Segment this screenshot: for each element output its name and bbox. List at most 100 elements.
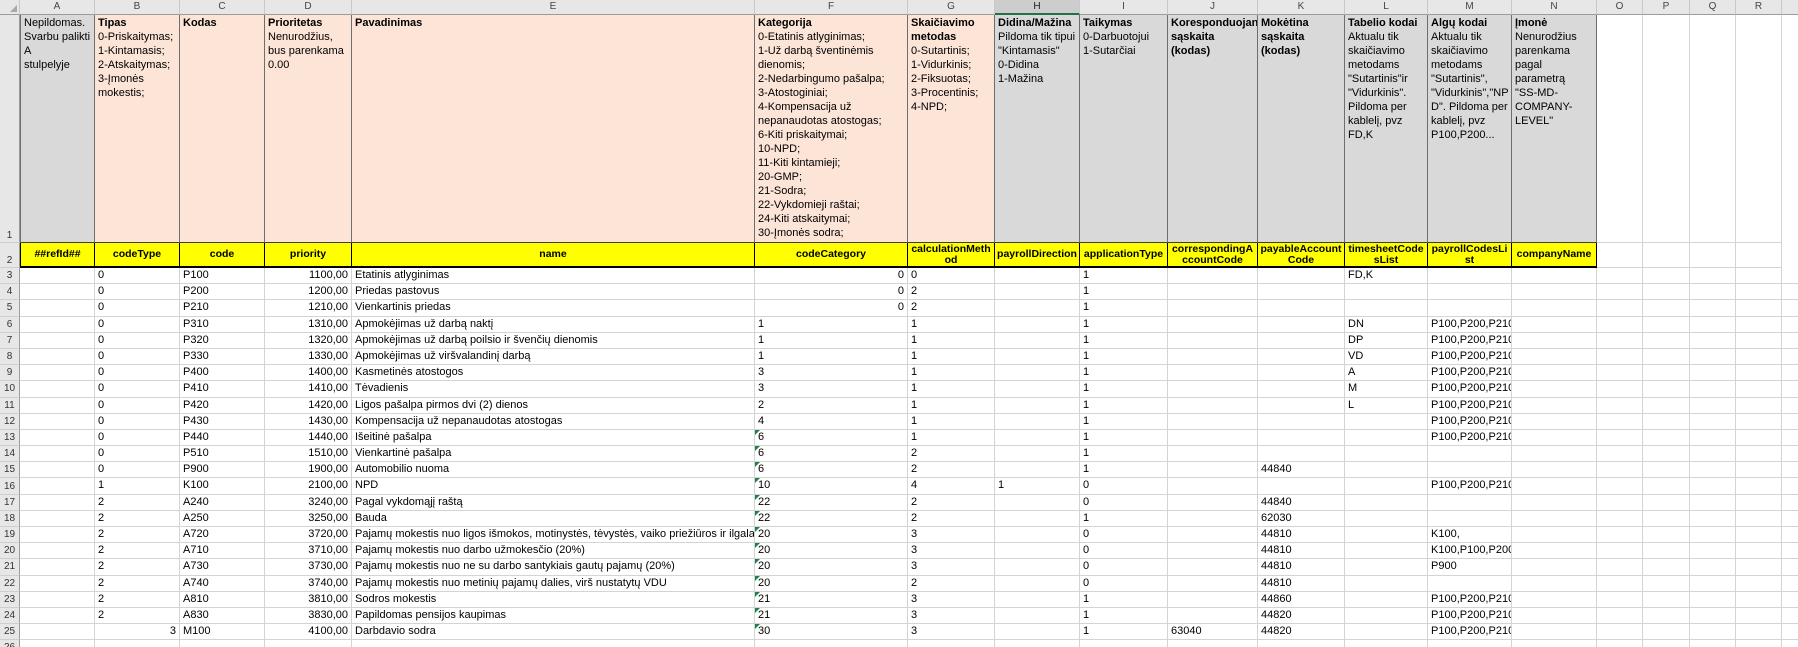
cell-D17[interactable]: 3240,00 bbox=[265, 495, 352, 511]
cell-M20[interactable]: K100,P100,P200,P210,P310,P320,P330,P400,… bbox=[1428, 543, 1512, 559]
cell-K17[interactable]: 44840 bbox=[1258, 495, 1345, 511]
cell-L3[interactable]: FD,K bbox=[1345, 268, 1428, 284]
cell-N23[interactable] bbox=[1512, 592, 1597, 608]
cell-E23[interactable]: Sodros mokestis bbox=[352, 592, 755, 608]
row-header-8[interactable]: 8 bbox=[0, 349, 20, 365]
cell-B12[interactable]: 0 bbox=[95, 414, 180, 430]
cell-M8[interactable]: P100,P200,P210 bbox=[1428, 349, 1512, 365]
cell-F9[interactable]: 3 bbox=[755, 365, 908, 381]
cell-A15[interactable] bbox=[20, 462, 95, 478]
cell-O19[interactable] bbox=[1597, 527, 1643, 543]
row-header-2[interactable]: 2 bbox=[0, 243, 20, 268]
row-header-1[interactable]: 1 bbox=[0, 15, 20, 243]
cell-K24[interactable]: 44820 bbox=[1258, 608, 1345, 624]
cell-L13[interactable] bbox=[1345, 430, 1428, 446]
column-header-O[interactable]: O bbox=[1597, 0, 1643, 15]
cell-I18[interactable]: 1 bbox=[1080, 511, 1168, 527]
cell-G25[interactable]: 3 bbox=[908, 624, 995, 640]
cell-F5[interactable]: 0 bbox=[755, 300, 908, 316]
cell-O10[interactable] bbox=[1597, 381, 1643, 397]
cell-G4[interactable]: 2 bbox=[908, 284, 995, 300]
cell-R5[interactable] bbox=[1736, 300, 1782, 316]
row-header-16[interactable]: 16 bbox=[0, 478, 20, 494]
cell-N5[interactable] bbox=[1512, 300, 1597, 316]
cell-P26[interactable] bbox=[1643, 640, 1690, 647]
cell-N8[interactable] bbox=[1512, 349, 1597, 365]
cell-N9[interactable] bbox=[1512, 365, 1597, 381]
cell-I15[interactable]: 1 bbox=[1080, 462, 1168, 478]
cell-G24[interactable]: 3 bbox=[908, 608, 995, 624]
column-header-P[interactable]: P bbox=[1643, 0, 1690, 15]
cell-O2[interactable] bbox=[1597, 243, 1643, 268]
cell-M5[interactable] bbox=[1428, 300, 1512, 316]
cell-M14[interactable] bbox=[1428, 446, 1512, 462]
cell-K25[interactable]: 44820 bbox=[1258, 624, 1345, 640]
cell-D15[interactable]: 1900,00 bbox=[265, 462, 352, 478]
cell-L16[interactable] bbox=[1345, 478, 1428, 494]
cell-H6[interactable] bbox=[995, 317, 1080, 333]
cell-E11[interactable]: Ligos pašalpa pirmos dvi (2) dienos bbox=[352, 398, 755, 414]
cell-I16[interactable]: 0 bbox=[1080, 478, 1168, 494]
cell-K18[interactable]: 62030 bbox=[1258, 511, 1345, 527]
cell-C8[interactable]: P330 bbox=[180, 349, 265, 365]
cell-I9[interactable]: 1 bbox=[1080, 365, 1168, 381]
cell-K1[interactable]: Mokėtina sąskaita (kodas) bbox=[1258, 15, 1345, 243]
cell-R19[interactable] bbox=[1736, 527, 1782, 543]
cell-R24[interactable] bbox=[1736, 608, 1782, 624]
cell-F4[interactable]: 0 bbox=[755, 284, 908, 300]
cell-A13[interactable] bbox=[20, 430, 95, 446]
cell-Q19[interactable] bbox=[1690, 527, 1736, 543]
cell-P19[interactable] bbox=[1643, 527, 1690, 543]
cell-J16[interactable] bbox=[1168, 478, 1258, 494]
cell-N25[interactable] bbox=[1512, 624, 1597, 640]
cell-I3[interactable]: 1 bbox=[1080, 268, 1168, 284]
cell-J12[interactable] bbox=[1168, 414, 1258, 430]
cell-J26[interactable] bbox=[1168, 640, 1258, 647]
cell-O18[interactable] bbox=[1597, 511, 1643, 527]
cell-L22[interactable] bbox=[1345, 576, 1428, 592]
cell-G6[interactable]: 1 bbox=[908, 317, 995, 333]
cell-O6[interactable] bbox=[1597, 317, 1643, 333]
cell-L6[interactable]: DN bbox=[1345, 317, 1428, 333]
cell-H22[interactable] bbox=[995, 576, 1080, 592]
cell-M3[interactable] bbox=[1428, 268, 1512, 284]
cell-N22[interactable] bbox=[1512, 576, 1597, 592]
cell-N1[interactable]: ĮmonėNenurodžius parenkama pagal paramet… bbox=[1512, 15, 1597, 243]
column-header-C[interactable]: C bbox=[180, 0, 265, 15]
cell-H7[interactable] bbox=[995, 333, 1080, 349]
cell-E2[interactable]: name bbox=[352, 243, 755, 268]
cell-J2[interactable]: correspondingAccountCode bbox=[1168, 243, 1258, 268]
cell-R25[interactable] bbox=[1736, 624, 1782, 640]
cell-D7[interactable]: 1320,00 bbox=[265, 333, 352, 349]
column-header-K[interactable]: K bbox=[1258, 0, 1345, 15]
cell-E12[interactable]: Kompensacija už nepanaudotas atostogas bbox=[352, 414, 755, 430]
cell-K7[interactable] bbox=[1258, 333, 1345, 349]
cell-F2[interactable]: codeCategory bbox=[755, 243, 908, 268]
cell-L7[interactable]: DP bbox=[1345, 333, 1428, 349]
select-all-button[interactable] bbox=[0, 0, 20, 15]
cell-Q2[interactable] bbox=[1690, 243, 1736, 268]
cell-B21[interactable]: 2 bbox=[95, 559, 180, 575]
cell-C21[interactable]: A730 bbox=[180, 559, 265, 575]
cell-K3[interactable] bbox=[1258, 268, 1345, 284]
cell-R10[interactable] bbox=[1736, 381, 1782, 397]
cell-O20[interactable] bbox=[1597, 543, 1643, 559]
cell-B25[interactable]: 3 bbox=[95, 624, 180, 640]
cell-N10[interactable] bbox=[1512, 381, 1597, 397]
cell-P11[interactable] bbox=[1643, 398, 1690, 414]
cell-G14[interactable]: 2 bbox=[908, 446, 995, 462]
cell-H21[interactable] bbox=[995, 559, 1080, 575]
cell-A10[interactable] bbox=[20, 381, 95, 397]
cell-J11[interactable] bbox=[1168, 398, 1258, 414]
cell-O26[interactable] bbox=[1597, 640, 1643, 647]
cell-R21[interactable] bbox=[1736, 559, 1782, 575]
cell-E26[interactable] bbox=[352, 640, 755, 647]
cell-H8[interactable] bbox=[995, 349, 1080, 365]
cell-Q15[interactable] bbox=[1690, 462, 1736, 478]
cell-K2[interactable]: payableAccountCode bbox=[1258, 243, 1345, 268]
row-header-22[interactable]: 22 bbox=[0, 576, 20, 592]
cell-J20[interactable] bbox=[1168, 543, 1258, 559]
cell-G11[interactable]: 1 bbox=[908, 398, 995, 414]
row-header-21[interactable]: 21 bbox=[0, 559, 20, 575]
cell-H18[interactable] bbox=[995, 511, 1080, 527]
